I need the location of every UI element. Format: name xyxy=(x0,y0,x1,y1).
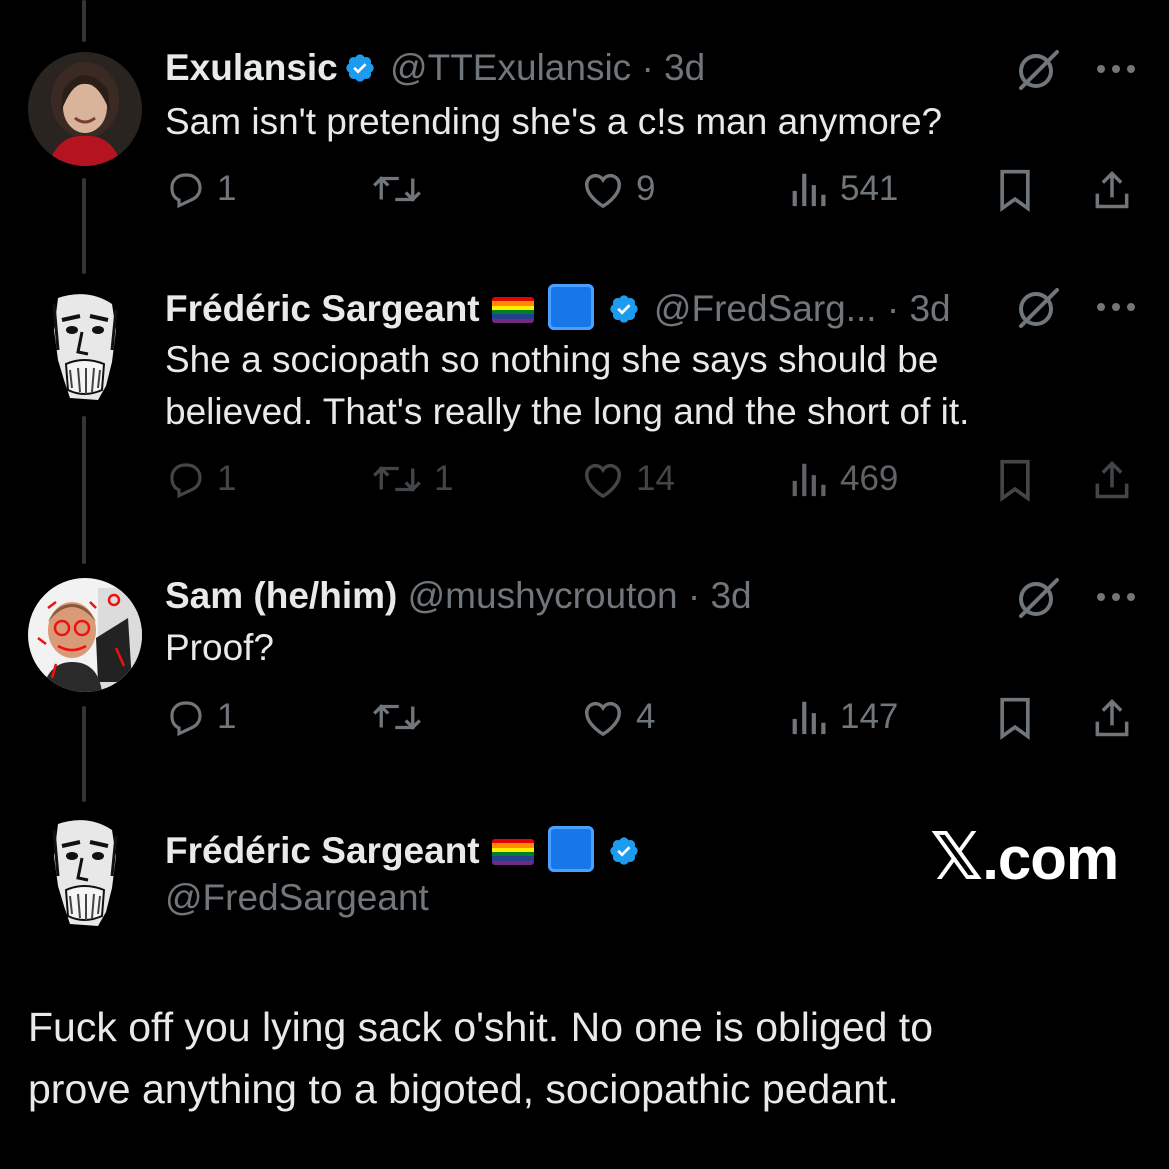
bookmark-icon xyxy=(1000,459,1030,502)
bookmark-button[interactable] xyxy=(996,458,1034,502)
reply-icon xyxy=(170,463,202,499)
views-icon xyxy=(792,463,826,497)
repost-button[interactable] xyxy=(370,696,434,738)
reply-icon xyxy=(170,701,202,737)
more-icon[interactable] xyxy=(1094,62,1138,76)
grok-icon[interactable] xyxy=(1015,574,1061,620)
handle[interactable]: @FredSarg... xyxy=(654,288,877,329)
x-logo-icon: 𝕏 xyxy=(930,819,983,893)
views-icon xyxy=(792,173,826,207)
main-tweet-text: Fuck off you lying sack o'shit. No one i… xyxy=(28,996,1148,1120)
verified-badge-icon xyxy=(344,50,376,94)
reply-button[interactable]: 1 xyxy=(165,696,236,738)
bookmark-button[interactable] xyxy=(996,696,1034,740)
bookmark-icon xyxy=(1000,697,1030,740)
timestamp[interactable]: · 3d xyxy=(688,575,752,616)
tweet-text-line-1: She a sociopath so nothing she says shou… xyxy=(165,339,939,380)
reply-icon xyxy=(170,173,202,209)
display-name[interactable]: Frédéric Sargeant xyxy=(165,288,480,329)
tweet-actions: 1 9 541 xyxy=(0,168,1169,218)
views-button[interactable]: 469 xyxy=(790,458,898,500)
tweet-text: Proof? xyxy=(165,627,275,668)
main-tweet-text-line-2: prove anything to a bigoted, sociopathic… xyxy=(28,1066,899,1112)
like-button[interactable]: 4 xyxy=(580,696,655,738)
views-button[interactable]: 541 xyxy=(790,168,898,210)
display-name[interactable]: Exulansic xyxy=(165,47,338,88)
more-icon[interactable] xyxy=(1094,590,1138,604)
tweet-header: Sam (he/him) @mushycrouton · 3d xyxy=(165,574,752,618)
verified-badge-icon xyxy=(608,833,640,877)
repost-button[interactable]: 1 xyxy=(370,458,453,500)
views-count: 147 xyxy=(840,697,899,736)
views-count: 541 xyxy=(840,169,899,208)
tweet-text: Sam isn't pretending she's a c!s man any… xyxy=(165,101,943,142)
views-button[interactable]: 147 xyxy=(790,696,898,738)
handle[interactable]: @TTExulansic xyxy=(390,47,631,88)
more-icon[interactable] xyxy=(1094,300,1138,314)
share-icon xyxy=(1095,699,1129,737)
like-count: 14 xyxy=(636,459,675,498)
main-tweet-header: Frédéric Sargeant xyxy=(165,826,644,877)
views-count: 469 xyxy=(840,459,899,498)
repost-icon xyxy=(373,176,421,202)
reply-count: 1 xyxy=(217,459,237,498)
timestamp[interactable]: · 3d xyxy=(641,47,705,88)
bookmark-icon xyxy=(1000,169,1030,212)
share-button[interactable] xyxy=(1090,168,1134,212)
display-name[interactable]: Frédéric Sargeant xyxy=(165,830,480,871)
share-icon xyxy=(1095,171,1129,209)
watermark-suffix: .com xyxy=(982,825,1119,892)
verified-badge-icon xyxy=(608,291,640,335)
pride-flag-icon xyxy=(491,839,534,865)
views-icon xyxy=(792,701,826,735)
avatar-exulansic[interactable] xyxy=(28,52,142,166)
pride-flag-icon xyxy=(491,297,534,323)
grok-icon[interactable] xyxy=(1015,284,1061,330)
tweet-header: Exulansic @TTExulansic · 3d xyxy=(165,46,705,94)
reply-button[interactable]: 1 xyxy=(165,458,236,500)
avatar-fredsargeant-main[interactable] xyxy=(28,816,142,930)
reply-count: 1 xyxy=(217,169,237,208)
like-count: 4 xyxy=(636,697,656,736)
like-button[interactable]: 9 xyxy=(580,168,655,210)
x-com-watermark: 𝕏.com xyxy=(930,818,1119,895)
like-icon xyxy=(585,463,621,499)
like-count: 9 xyxy=(636,169,656,208)
avatar-mushycrouton[interactable] xyxy=(28,578,142,692)
blue-square-icon xyxy=(547,284,594,330)
repost-button[interactable] xyxy=(370,168,434,210)
thread-line-top xyxy=(82,0,86,42)
share-icon xyxy=(1095,461,1129,499)
tweet-actions: 1 1 14 469 xyxy=(0,458,1169,508)
handle[interactable]: @mushycrouton xyxy=(408,575,678,616)
repost-count: 1 xyxy=(434,459,454,498)
reply-count: 1 xyxy=(217,697,237,736)
tweet-text-line-2: believed. That's really the long and the… xyxy=(165,391,970,432)
tweet-header: Frédéric Sargeant @FredSarg... · 3d xyxy=(165,284,951,335)
like-icon xyxy=(585,173,621,209)
reply-button[interactable]: 1 xyxy=(165,168,236,210)
tweet-actions: 1 4 147 xyxy=(0,696,1169,746)
grok-icon[interactable] xyxy=(1015,46,1061,92)
repost-icon xyxy=(373,704,421,730)
main-tweet-text-line-1: Fuck off you lying sack o'shit. No one i… xyxy=(28,1004,934,1050)
timestamp[interactable]: · 3d xyxy=(887,288,951,329)
blue-square-icon xyxy=(547,826,594,872)
share-button[interactable] xyxy=(1090,458,1134,502)
like-button[interactable]: 14 xyxy=(580,458,675,500)
share-button[interactable] xyxy=(1090,696,1134,740)
main-handle[interactable]: @FredSargeant xyxy=(165,877,429,919)
avatar-fredsargeant[interactable] xyxy=(28,290,142,404)
bookmark-button[interactable] xyxy=(996,168,1034,212)
like-icon xyxy=(585,701,621,737)
repost-icon xyxy=(373,466,421,492)
display-name[interactable]: Sam (he/him) xyxy=(165,575,397,616)
